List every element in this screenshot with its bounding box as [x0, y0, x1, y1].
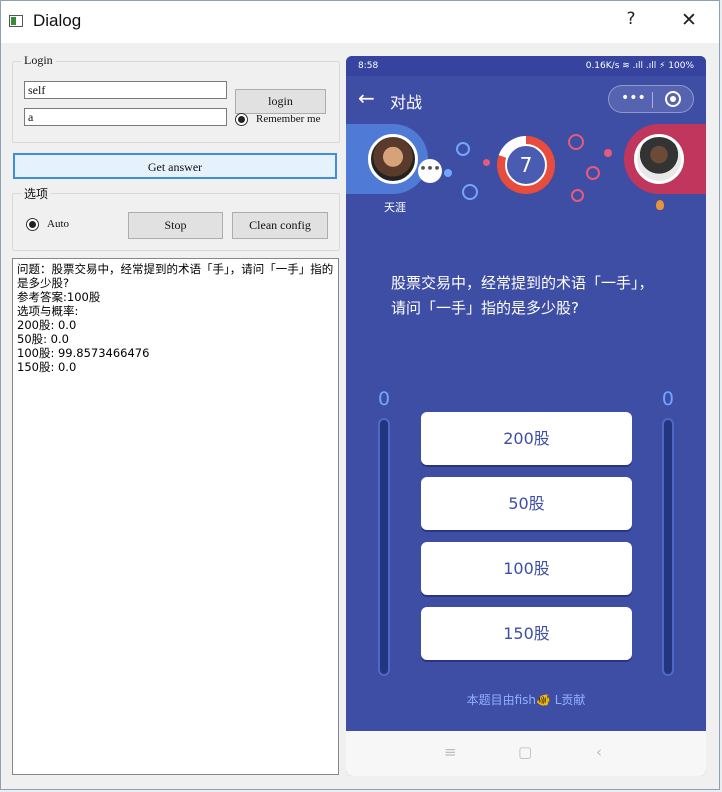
dialog-window: Dialog ? ✕ Login self a login Remember m… — [0, 0, 720, 790]
home-icon[interactable]: ▢ — [518, 743, 532, 761]
left-score: 0 — [378, 388, 391, 410]
chat-bubble-icon[interactable]: ••• — [418, 159, 442, 183]
back-arrow-icon[interactable]: ← — [358, 86, 375, 110]
output-line: 选项与概率: — [17, 304, 79, 318]
login-group-label: Login — [21, 53, 56, 68]
password-input[interactable]: a — [24, 108, 227, 126]
back-icon[interactable]: ‹ — [596, 743, 602, 761]
left-player-avatar — [368, 134, 418, 184]
right-player-avatar — [634, 134, 684, 184]
nav-title: 对战 — [390, 93, 423, 112]
username-input[interactable]: self — [24, 81, 227, 99]
auto-label: Auto — [47, 218, 69, 230]
left-score-bar — [378, 418, 390, 676]
title-bar: Dialog ? ✕ — [1, 1, 719, 43]
output-line: 参考答案:100股 — [17, 290, 101, 304]
right-score-bar — [662, 418, 674, 676]
output-line: 200股: 0.0 — [17, 318, 77, 332]
app-nav-bar: ← 对战 ••• — [346, 76, 706, 124]
status-time: 8:58 — [358, 61, 379, 71]
battle-header: ••• 7 天涯 — [346, 124, 706, 214]
output-line: 100股: 99.8573466476 — [17, 346, 150, 360]
output-line: 问题：股票交易中，经常提到的术语「手」，请问「一手」指的是多少股? — [17, 262, 334, 290]
output-line: 150股: 0.0 — [17, 360, 77, 374]
output-line: 50股: 0.0 — [17, 332, 69, 346]
auto-radio[interactable] — [26, 218, 39, 231]
options-group: 选项 Auto Stop Clean config — [12, 185, 340, 251]
output-textarea[interactable]: 问题：股票交易中，经常提到的术语「手」，请问「一手」指的是多少股? 参考答案:10… — [12, 258, 339, 775]
capsule-divider — [652, 92, 653, 108]
timer-value: 7 — [505, 144, 547, 186]
answer-option[interactable]: 200股 — [421, 412, 632, 465]
login-button[interactable]: login — [235, 89, 326, 114]
decor-dot-icon — [444, 169, 452, 177]
answer-option[interactable]: 50股 — [421, 477, 632, 530]
decor-dot-icon — [604, 149, 612, 157]
countdown-timer: 7 — [497, 136, 555, 194]
more-icon[interactable]: ••• — [621, 90, 646, 106]
options-group-label: 选项 — [21, 185, 52, 202]
stop-button[interactable]: Stop — [128, 212, 223, 239]
decor-dot-icon — [483, 159, 490, 166]
android-nav-bar: ≡ ▢ ‹ — [346, 731, 706, 776]
app-icon — [9, 15, 23, 27]
status-indicators: 0.16K/s ≋ .ıll .ıll ⚡ 100% — [585, 61, 694, 71]
window-title: Dialog — [33, 11, 82, 30]
answer-option[interactable]: 150股 — [421, 607, 632, 660]
decor-circle-icon — [586, 166, 600, 180]
status-bar: 8:58 0.16K/s ≋ .ıll .ıll ⚡ 100% — [346, 56, 706, 76]
menu-icon[interactable]: ≡ — [444, 743, 457, 761]
decor-circle-icon — [571, 189, 584, 202]
decor-circle-icon — [568, 134, 584, 150]
remember-me-radio[interactable] — [235, 113, 248, 126]
help-button[interactable]: ? — [616, 9, 646, 29]
right-score: 0 — [661, 388, 674, 410]
phone-screen: 8:58 0.16K/s ≋ .ıll .ıll ⚡ 100% ← 对战 ••• — [346, 56, 706, 776]
get-answer-button[interactable]: Get answer — [13, 153, 337, 179]
question-text: 股票交易中，经常提到的术语「一手」，请问「一手」指的是多少股? — [391, 274, 654, 317]
remember-me-label: Remember me — [256, 113, 321, 125]
decor-circle-icon — [462, 184, 478, 200]
right-player-badge-icon — [656, 200, 664, 210]
left-player-name: 天涯 — [384, 201, 406, 214]
clean-config-button[interactable]: Clean config — [232, 212, 328, 239]
answer-option[interactable]: 100股 — [421, 542, 632, 595]
login-group: Login self a login Remember me — [12, 53, 340, 143]
question-credit: 本题目由fish🐠 L贡献 — [466, 693, 586, 707]
decor-circle-icon — [456, 142, 470, 156]
exit-target-icon[interactable] — [665, 91, 681, 107]
mini-program-capsule: ••• — [608, 85, 694, 113]
close-button[interactable]: ✕ — [674, 9, 704, 31]
